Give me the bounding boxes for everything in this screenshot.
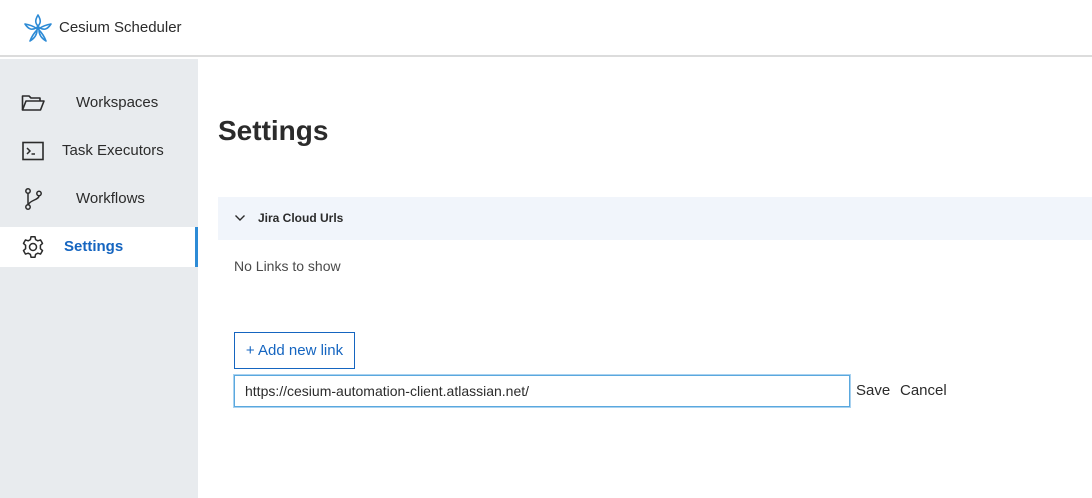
sidebar-item-label: Settings <box>64 238 124 255</box>
jira-urls-section-header[interactable]: Jira Cloud Urls <box>218 197 1092 240</box>
cesium-logo-icon[interactable] <box>22 12 54 44</box>
section-title: Jira Cloud Urls <box>258 211 344 225</box>
folder-icon <box>21 95 45 111</box>
sidebar-item-label: Task Executors <box>62 142 164 159</box>
cancel-button[interactable]: Cancel <box>900 382 947 399</box>
link-url-input[interactable] <box>234 375 850 407</box>
add-new-link-button[interactable]: + Add new link <box>234 332 355 369</box>
page-title: Settings <box>218 115 329 146</box>
main-content: Settings Jira Cloud Urls No Links to sho… <box>198 59 1092 498</box>
app-title: Cesium Scheduler <box>59 19 182 36</box>
sidebar: Workspaces Task Executors Workflows Sett… <box>0 59 198 498</box>
save-button[interactable]: Save <box>856 382 890 399</box>
terminal-icon <box>22 141 44 161</box>
chevron-down-icon <box>235 215 245 221</box>
sidebar-item-task-executors[interactable]: Task Executors <box>0 131 198 171</box>
sidebar-item-settings[interactable]: Settings <box>0 227 198 267</box>
gear-icon <box>22 236 44 258</box>
sidebar-item-label: Workflows <box>76 190 145 207</box>
empty-links-message: No Links to show <box>234 258 341 274</box>
sidebar-item-workflows[interactable]: Workflows <box>0 179 198 219</box>
git-branch-icon <box>25 188 42 210</box>
app-header: Cesium Scheduler <box>0 0 1092 57</box>
sidebar-item-workspaces[interactable]: Workspaces <box>0 83 198 123</box>
sidebar-item-label: Workspaces <box>76 94 159 111</box>
